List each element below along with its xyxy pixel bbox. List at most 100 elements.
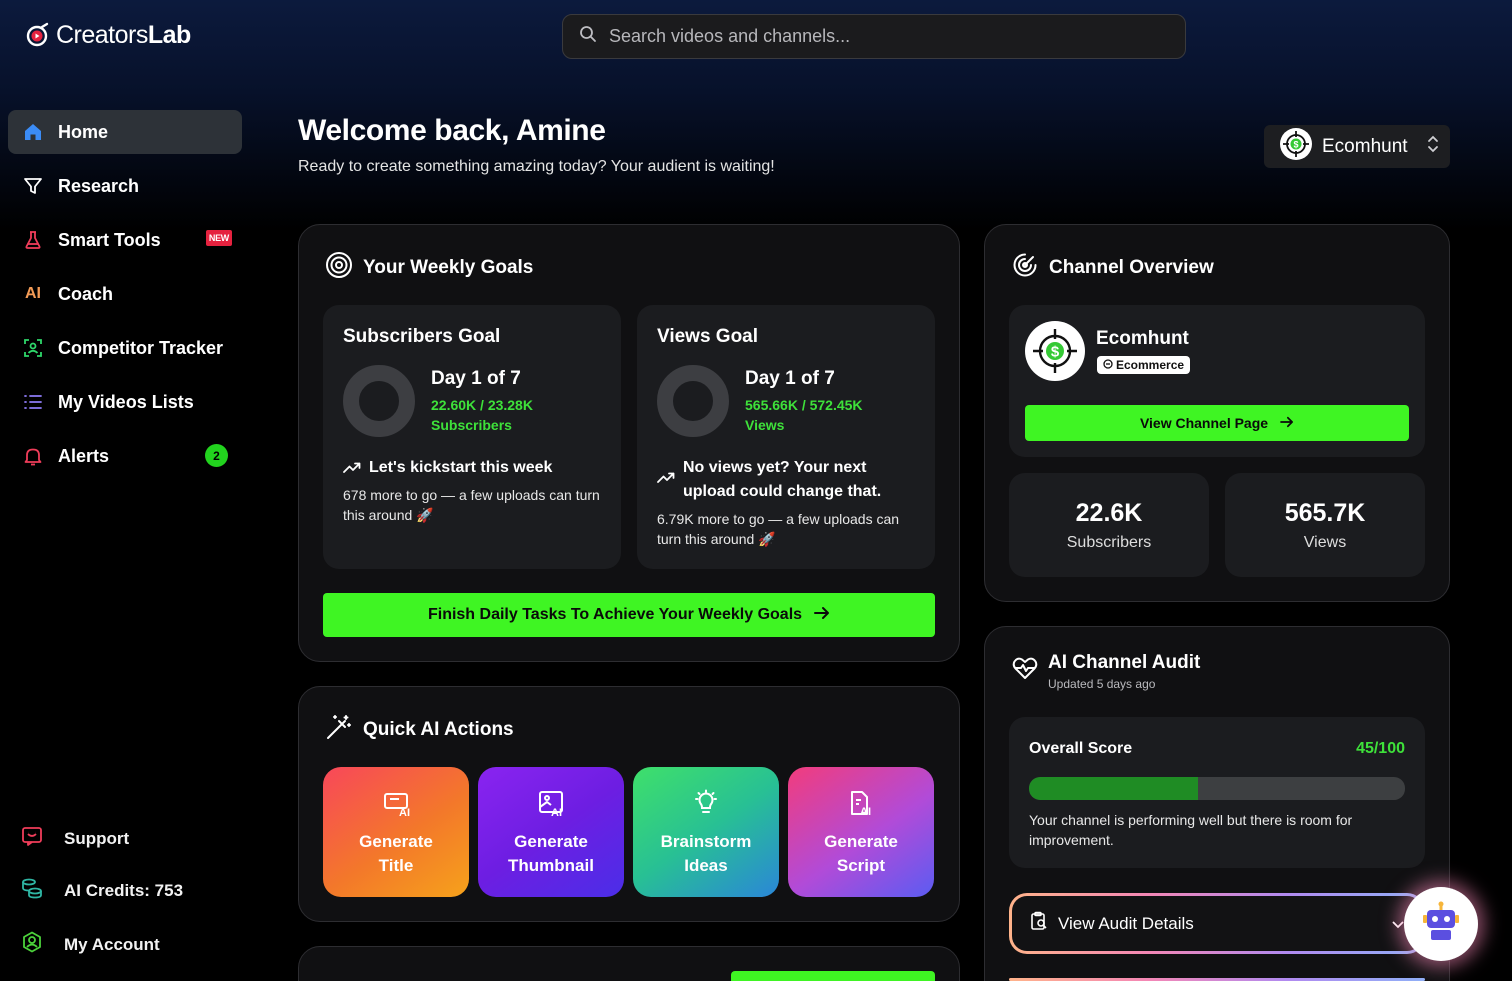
- brand-name: CreatorsLab: [56, 20, 191, 49]
- views-detail: 6.79K more to go — a few uploads can tur…: [657, 511, 900, 547]
- page-subtitle: Ready to create something amazing today?…: [298, 158, 775, 175]
- subscribers-detail: 678 more to go — a few uploads can turn …: [343, 487, 600, 523]
- views-stat: 565.7K Views: [1225, 473, 1425, 577]
- ai-document-icon: AI: [847, 789, 875, 822]
- view-audit-details-button[interactable]: View Audit Details: [1009, 893, 1425, 954]
- next-card-button[interactable]: [731, 971, 935, 981]
- audit-updated: Updated 5 days ago: [1048, 677, 1156, 691]
- search-input[interactable]: [609, 26, 1169, 47]
- svg-text:$: $: [1293, 139, 1298, 149]
- new-badge: NEW: [205, 230, 232, 246]
- ai-assistant-launcher[interactable]: [1404, 887, 1478, 961]
- overall-score-label: Overall Score: [1029, 740, 1133, 757]
- ai-image-icon: AI: [537, 789, 565, 822]
- arrow-right-icon: [814, 606, 830, 625]
- sidebar-item-label: Competitor Tracker: [58, 337, 224, 358]
- page-title: Welcome back, Amine: [298, 114, 606, 147]
- chevron-down-icon: [1392, 914, 1404, 934]
- sidebar-item-label: My Videos Lists: [58, 391, 194, 412]
- svg-text:AI: AI: [551, 807, 562, 817]
- channel-overview-title: Channel Overview: [1011, 251, 1214, 285]
- sidebar-item-label: Smart Tools: [58, 229, 161, 250]
- sidebar-item-label: Research: [58, 175, 140, 196]
- sidebar-item-home[interactable]: Home: [8, 110, 242, 154]
- views-progress: 565.66K / 572.45K: [745, 397, 863, 413]
- tag-icon: [1103, 358, 1113, 372]
- chevron-up-down-icon: [1426, 134, 1440, 160]
- trend-up-icon: [657, 470, 675, 489]
- generate-title-button[interactable]: AI Generate Title: [323, 767, 469, 897]
- channel-category-tag: Ecommerce: [1097, 356, 1191, 374]
- subscribers-goal-title: Subscribers Goal: [343, 326, 501, 347]
- subscribers-progress: 22.60K / 23.28K: [431, 397, 533, 413]
- views-goal-title: Views Goal: [657, 326, 759, 347]
- support-link[interactable]: Support: [20, 824, 129, 853]
- subscribers-unit: Subscribers: [431, 417, 512, 433]
- generate-script-button[interactable]: AI Generate Script: [788, 767, 934, 897]
- lightbulb-icon: [692, 789, 720, 822]
- channel-avatar-large: $: [1025, 321, 1085, 386]
- home-icon: [22, 121, 44, 143]
- flask-icon: [22, 229, 44, 251]
- generate-thumbnail-button[interactable]: AI Generate Thumbnail: [478, 767, 624, 897]
- overall-score-value: 45/100: [1356, 740, 1405, 757]
- trend-up-icon: [343, 460, 361, 479]
- sidebar-item-label: Home: [58, 121, 109, 142]
- score-progress-bar: [1029, 777, 1405, 800]
- subscribers-stat: 22.6K Subscribers: [1009, 473, 1209, 577]
- channel-switcher[interactable]: $ Ecomhunt: [1264, 125, 1450, 168]
- sidebar-item-smart-tools[interactable]: Smart Tools NEW: [8, 218, 242, 262]
- play-logo-icon: [26, 22, 52, 48]
- coins-icon: [20, 876, 44, 905]
- sidebar-item-label: Coach: [58, 283, 114, 304]
- subscribers-message: Let's kickstart this week: [343, 456, 603, 480]
- search-bar[interactable]: [562, 14, 1186, 59]
- ai-icon: AI: [25, 285, 41, 302]
- funnel-icon: [22, 175, 44, 197]
- alerts-count-badge: 2: [205, 444, 228, 467]
- score-progress-fill: [1029, 777, 1199, 800]
- quick-ai-actions-title: Quick AI Actions: [325, 713, 514, 747]
- channel-avatar: $: [1280, 127, 1312, 166]
- face-scan-icon: [22, 337, 44, 359]
- channel-name: Ecomhunt: [1096, 328, 1189, 349]
- arrow-right-icon: [1280, 415, 1294, 431]
- views-day: Day 1 of 7: [745, 368, 835, 389]
- ai-credits[interactable]: AI Credits: 753: [20, 876, 183, 905]
- sidebar-item-my-videos-lists[interactable]: My Videos Lists: [8, 380, 242, 424]
- views-message: No views yet? Your next upload could cha…: [657, 456, 919, 504]
- svg-text:AI: AI: [860, 806, 871, 817]
- target-icon: [325, 251, 353, 285]
- svg-text:$: $: [1051, 344, 1060, 361]
- magic-wand-icon: [325, 713, 353, 747]
- audit-title: AI Channel Audit: [1048, 652, 1201, 673]
- robot-icon: [1419, 900, 1463, 949]
- subscribers-progress-ring: [343, 365, 415, 437]
- finish-daily-tasks-button[interactable]: Finish Daily Tasks To Achieve Your Weekl…: [323, 593, 935, 637]
- view-channel-page-button[interactable]: View Channel Page: [1025, 405, 1409, 441]
- ai-text-icon: AI: [382, 789, 410, 822]
- clipboard-search-icon: [1030, 911, 1048, 936]
- sidebar-item-research[interactable]: Research: [8, 164, 242, 208]
- sidebar-item-coach[interactable]: AI Coach: [8, 272, 242, 316]
- bell-icon: [22, 445, 44, 467]
- heart-pulse-icon: [1011, 654, 1039, 687]
- svg-text:AI: AI: [399, 807, 410, 817]
- my-account-link[interactable]: My Account: [20, 930, 160, 959]
- sidebar-item-alerts[interactable]: Alerts 2: [8, 434, 242, 478]
- sidebar-item-competitor-tracker[interactable]: Competitor Tracker: [8, 326, 242, 370]
- views-progress-ring: [657, 365, 729, 437]
- weekly-goals-title: Your Weekly Goals: [325, 251, 533, 285]
- audit-summary: Your channel is performing well but ther…: [1029, 812, 1353, 848]
- brand-logo[interactable]: CreatorsLab: [26, 18, 191, 52]
- views-unit: Views: [745, 417, 785, 433]
- radar-icon: [1011, 251, 1039, 285]
- channel-switcher-label: Ecomhunt: [1322, 135, 1408, 157]
- support-chat-icon: [20, 824, 44, 853]
- list-icon: [22, 391, 44, 413]
- search-icon: [579, 25, 597, 48]
- user-shield-icon: [20, 930, 44, 959]
- subscribers-day: Day 1 of 7: [431, 368, 521, 389]
- brainstorm-ideas-button[interactable]: Brainstorm Ideas: [633, 767, 779, 897]
- sidebar-item-label: Alerts: [58, 445, 110, 466]
